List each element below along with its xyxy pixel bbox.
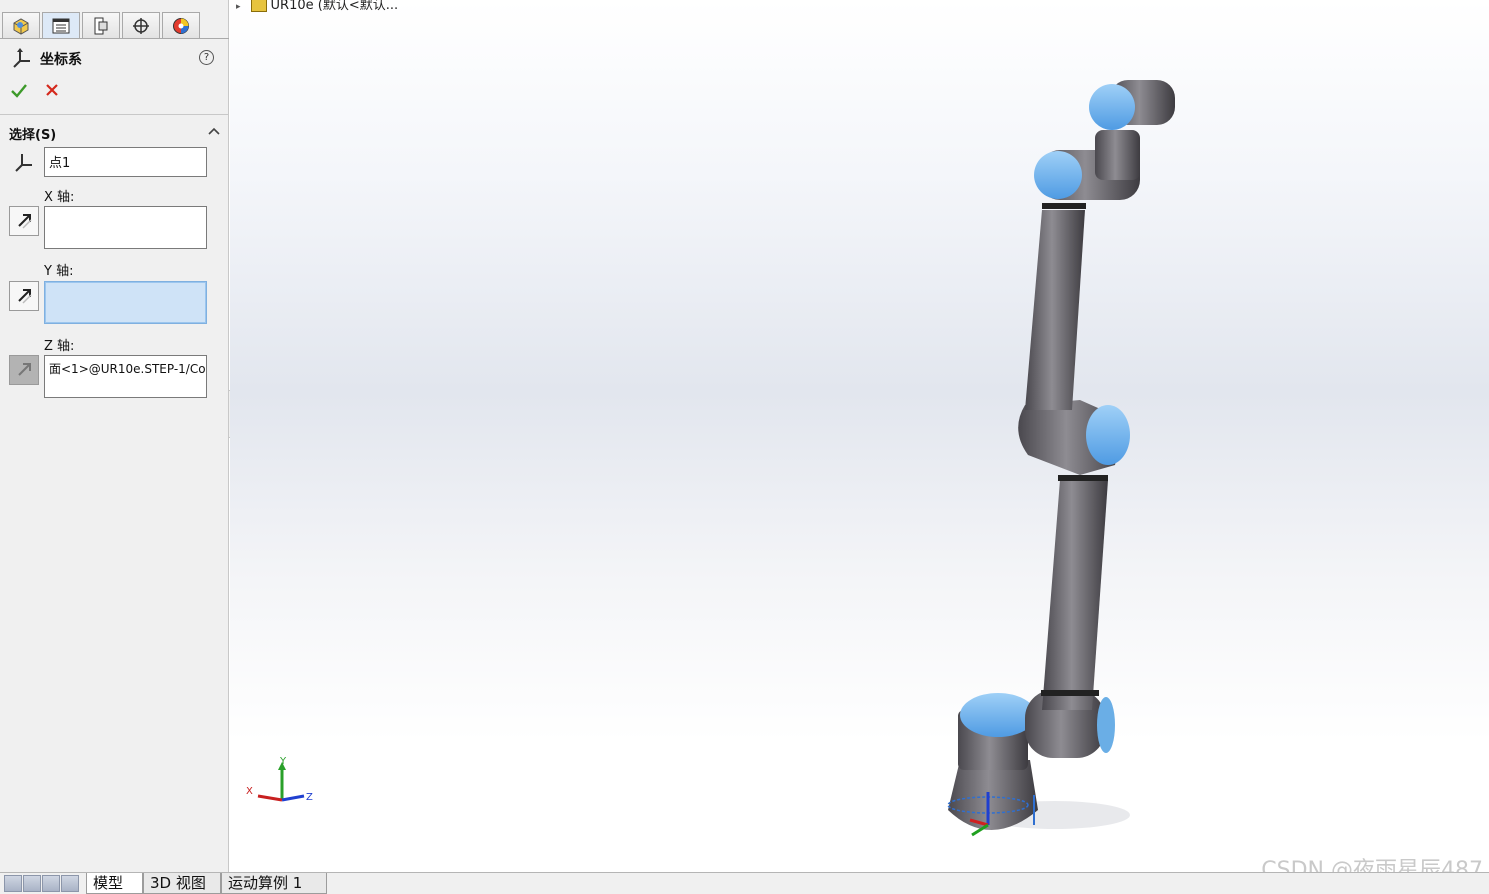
y-axis-selection-box[interactable]	[44, 281, 207, 324]
origin-icon	[15, 154, 32, 172]
next-tab-button[interactable]	[42, 875, 60, 892]
reverse-direction-icon	[18, 289, 32, 304]
view-triad: Y X Z	[246, 756, 313, 803]
bottom-tab-bar: 模型 3D 视图 运动算例 1	[0, 872, 1489, 894]
robot-arm-model[interactable]	[930, 70, 1190, 860]
pm-header: 坐标系 ?	[12, 48, 222, 70]
x-axis-selection-box[interactable]	[44, 206, 207, 249]
first-tab-button[interactable]	[4, 875, 22, 892]
z-axis-selection-box[interactable]: 面<1>@UR10e.STEP-1/Co	[44, 355, 207, 398]
lower-link	[1042, 480, 1108, 710]
tab-3d-view[interactable]: 3D 视图	[143, 873, 221, 894]
triad-x-label: X	[246, 786, 253, 797]
prev-tab-button[interactable]	[23, 875, 41, 892]
shoulder-cap	[960, 693, 1036, 737]
triad-y-label: Y	[279, 756, 287, 767]
y-axis-reverse-button[interactable]	[9, 281, 39, 311]
divider	[0, 114, 229, 115]
configuration-manager-icon	[94, 17, 108, 34]
tab-motion-study[interactable]: 运动算例 1	[221, 873, 327, 894]
ok-button[interactable]	[10, 82, 28, 100]
y-axis-label: Y 轴:	[44, 264, 74, 279]
close-icon	[46, 84, 58, 96]
wrist-2	[1095, 130, 1140, 180]
property-manager-tab[interactable]	[42, 12, 80, 38]
manager-tabs	[2, 12, 202, 38]
dimxpert-tab[interactable]	[122, 12, 160, 38]
page-title: 坐标系	[40, 52, 82, 68]
help-icon[interactable]: ?	[199, 50, 214, 65]
property-manager-panel: 坐标系 ? 选择(S) 点1 X 轴: Y 轴: Z 轴: 面<1>@UR10e…	[0, 0, 229, 872]
x-axis-label: X 轴:	[44, 190, 75, 205]
checkmark-icon	[11, 84, 27, 98]
x-axis-reverse-button[interactable]	[9, 206, 39, 236]
expand-arrow-icon: ▸	[236, 2, 241, 12]
flyout-tree-item[interactable]: ▸ UR10e (默认<默认...	[236, 0, 398, 13]
selection-group-title: 选择(S)	[9, 128, 57, 143]
reverse-direction-icon	[18, 363, 31, 376]
tree-item-label: UR10e (默认<默认...	[270, 0, 399, 13]
cancel-button[interactable]	[44, 82, 62, 100]
display-manager-icon	[173, 17, 189, 34]
dimxpert-icon	[133, 17, 149, 34]
feature-manager-tab[interactable]	[2, 12, 40, 38]
chevron-up-icon	[208, 127, 220, 135]
part-icon	[250, 0, 267, 12]
configuration-manager-tab[interactable]	[82, 12, 120, 38]
robot-base	[948, 760, 1038, 830]
collapse-group-button[interactable]	[207, 125, 221, 137]
display-manager-tab[interactable]	[162, 12, 200, 38]
feature-manager-icon	[13, 17, 29, 35]
tabs-divider	[0, 38, 229, 39]
tab-model[interactable]: 模型	[86, 873, 143, 894]
graphics-area[interactable]	[230, 0, 1489, 872]
origin-selection-box[interactable]: 点1	[44, 147, 207, 177]
triad-z-label: Z	[306, 792, 313, 803]
reverse-direction-icon	[18, 214, 32, 229]
property-manager-icon	[52, 18, 70, 33]
upper-link	[1025, 210, 1085, 410]
coordinate-system-icon	[13, 48, 30, 68]
last-tab-button[interactable]	[61, 875, 79, 892]
z-axis-reverse-button[interactable]	[9, 355, 39, 385]
z-axis-label: Z 轴:	[44, 339, 75, 354]
